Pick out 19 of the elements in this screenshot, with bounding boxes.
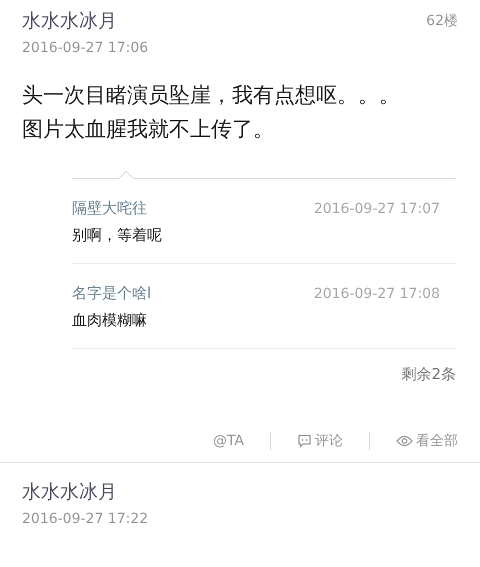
reply-text: 血肉模糊嘛 [72, 311, 148, 330]
post-text: 头一次目睹演员坠崖，我有点想呕。。。 [22, 82, 401, 109]
reply-text: 别啊，等着呢 [72, 226, 163, 245]
more-replies-link[interactable]: 剩余2条 [401, 365, 456, 384]
comment-icon [297, 434, 312, 448]
post-text: 图片太血腥我就不上传了。 [22, 116, 275, 143]
post-time: 2016-09-27 17:22 [22, 511, 150, 527]
mention-button[interactable]: @TA [212, 433, 244, 449]
reply-time: 2016-09-27 17:07 [314, 200, 440, 216]
username[interactable]: 水水水冰月 [22, 8, 117, 34]
comment-button[interactable]: 评论 [297, 432, 343, 450]
eye-icon [396, 435, 413, 447]
post-time: 2016-09-27 17:06 [22, 40, 150, 56]
reply-time: 2016-09-27 17:08 [314, 286, 440, 302]
view-all-button[interactable]: 看全部 [396, 432, 458, 450]
reply-username[interactable]: 名字是个啥l [72, 284, 152, 303]
floor-number: 62楼 [426, 12, 458, 30]
reply-username[interactable]: 隔壁大咤往 [72, 199, 147, 218]
username[interactable]: 水水水冰月 [22, 479, 117, 505]
